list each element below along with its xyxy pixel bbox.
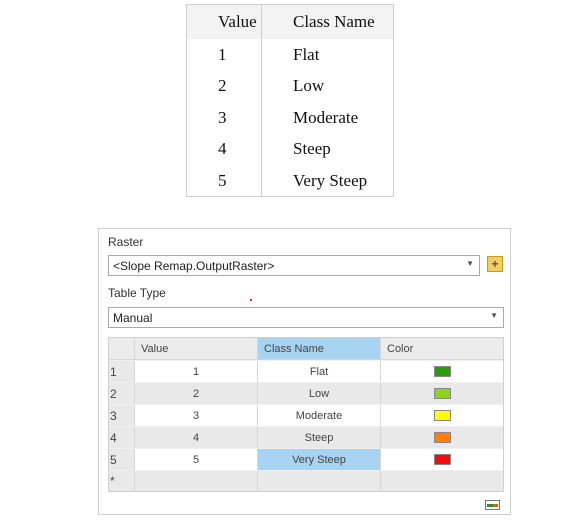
- color-swatch[interactable]: [433, 410, 451, 421]
- raster-label: Raster: [108, 235, 144, 249]
- remap-grid: Value Class Name Color 1 1 Flat 2 2 Low …: [108, 337, 504, 492]
- cell-value[interactable]: [135, 471, 258, 491]
- table-row: 4 Steep: [187, 133, 393, 165]
- table-row: 1 Flat: [187, 39, 393, 71]
- cell-value: 5: [187, 165, 262, 197]
- column-header-class-name[interactable]: Class Name: [258, 338, 381, 360]
- remap-parameters-panel: Raster <Slope Remap.OutputRaster> ▼ + Ta…: [98, 228, 511, 515]
- table-type-label: Table Type: [108, 286, 166, 300]
- cell-color[interactable]: [381, 405, 503, 426]
- table-row: 3 Moderate: [187, 102, 393, 134]
- table-row: 2 Low: [187, 70, 393, 102]
- table-row[interactable]: 5 5 Very Steep: [109, 449, 503, 470]
- reference-table: Value Class Name 1 Flat 2 Low 3 Moderate…: [186, 4, 394, 197]
- cell-value[interactable]: 1: [135, 361, 258, 382]
- cell-color[interactable]: [381, 383, 503, 404]
- cell-class-name[interactable]: [258, 471, 381, 491]
- chevron-down-icon: ▼: [466, 259, 474, 268]
- row-number[interactable]: 2: [109, 383, 135, 404]
- color-ramp-bar: [493, 504, 498, 507]
- cell-value: 4: [187, 133, 262, 165]
- cell-color[interactable]: [381, 427, 503, 448]
- column-header-color[interactable]: Color: [381, 338, 503, 360]
- raster-value: <Slope Remap.OutputRaster>: [113, 258, 275, 273]
- cell-color[interactable]: [381, 361, 503, 382]
- cell-class-name: Low: [293, 76, 325, 96]
- color-swatch[interactable]: [433, 366, 451, 377]
- color-swatch[interactable]: [433, 432, 451, 443]
- cell-class-name: Flat: [293, 44, 320, 64]
- table-row[interactable]: 3 3 Moderate: [109, 405, 503, 426]
- cell-value[interactable]: 2: [135, 383, 258, 404]
- cell-color[interactable]: [381, 471, 503, 491]
- cell-class-name: Steep: [293, 139, 331, 159]
- cell-class-name: Moderate: [293, 107, 359, 127]
- table-row[interactable]: 2 2 Low: [109, 383, 503, 404]
- grid-header-row: Value Class Name Color: [109, 338, 503, 360]
- cell-color[interactable]: [381, 449, 503, 470]
- table-row: 5 Very Steep: [187, 165, 393, 197]
- cell-value[interactable]: 3: [135, 405, 258, 426]
- table-row[interactable]: 1 1 Flat: [109, 361, 503, 382]
- cell-value: 3: [187, 102, 262, 134]
- row-header-corner: [109, 338, 135, 360]
- folder-add-icon[interactable]: +: [487, 256, 503, 272]
- table-type-value: Manual: [113, 310, 153, 325]
- column-header-value[interactable]: Value: [135, 338, 258, 360]
- color-swatch[interactable]: [433, 388, 451, 399]
- cell-class-name[interactable]: Steep: [258, 427, 381, 448]
- new-row[interactable]: *: [109, 471, 503, 491]
- cell-class-name: Very Steep: [293, 170, 368, 190]
- cell-class-name-selected[interactable]: Very Steep: [258, 449, 381, 470]
- row-number[interactable]: 1: [109, 361, 135, 382]
- new-row-marker[interactable]: *: [109, 471, 135, 491]
- row-number[interactable]: 4: [109, 427, 135, 448]
- cell-class-name[interactable]: Low: [258, 383, 381, 404]
- reference-table-header: Value Class Name: [187, 5, 393, 39]
- row-number[interactable]: 5: [109, 449, 135, 470]
- cell-value[interactable]: 4: [135, 427, 258, 448]
- cell-value: 1: [187, 39, 262, 71]
- header-class-name: Class Name: [293, 12, 375, 31]
- color-swatch[interactable]: [433, 454, 451, 465]
- header-value: Value: [187, 5, 262, 39]
- cell-class-name[interactable]: Moderate: [258, 405, 381, 426]
- color-ramp-icon[interactable]: [485, 500, 500, 510]
- table-row[interactable]: 4 4 Steep: [109, 427, 503, 448]
- marker-dot: [250, 299, 252, 301]
- cell-value: 2: [187, 70, 262, 102]
- chevron-down-icon: ▼: [490, 311, 498, 320]
- row-number[interactable]: 3: [109, 405, 135, 426]
- cell-class-name[interactable]: Flat: [258, 361, 381, 382]
- cell-value[interactable]: 5: [135, 449, 258, 470]
- raster-dropdown[interactable]: <Slope Remap.OutputRaster> ▼: [108, 255, 480, 276]
- table-type-dropdown[interactable]: Manual ▼: [108, 307, 504, 328]
